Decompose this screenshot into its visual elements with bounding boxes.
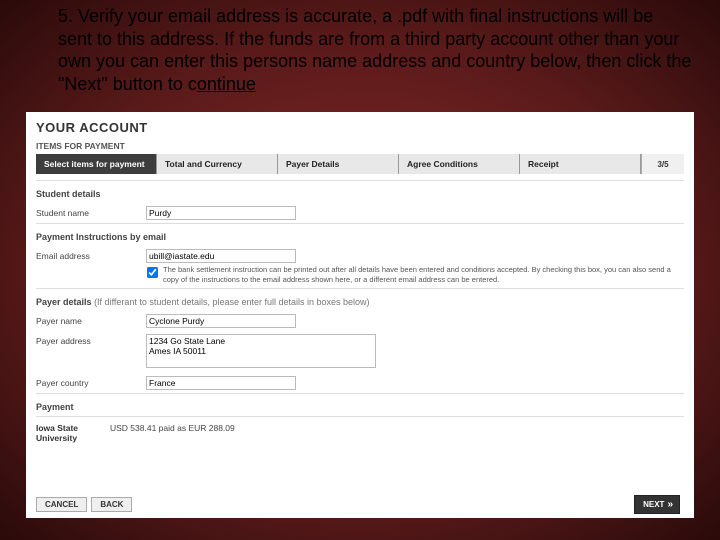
payment-university: Iowa State University [36,423,96,443]
row-email: Email address The bank settlement instru… [36,246,684,288]
row-payer-country: Payer country [36,373,684,393]
label-payer-name: Payer name [36,314,146,326]
input-payer-country[interactable] [146,376,296,390]
next-button[interactable]: NEXT » [634,495,680,514]
footer-buttons: CANCEL BACK NEXT » [36,495,684,514]
section-payer-details-hint: (If differant to student details, please… [94,297,370,307]
wizard-step-receipt[interactable]: Receipt [520,154,641,174]
input-email[interactable] [146,249,296,263]
row-email-checkbox: The bank settlement instruction can be p… [146,265,684,285]
section-payment: Payment [36,393,684,416]
account-panel: YOUR ACCOUNT ITEMS FOR PAYMENT Select it… [26,112,694,518]
wizard-step-total-currency[interactable]: Total and Currency [157,154,278,174]
input-student-name[interactable] [146,206,296,220]
cancel-button[interactable]: CANCEL [36,497,87,512]
instruction-text: 5. Verify your email address is accurate… [58,5,692,95]
label-student-name: Student name [36,206,146,218]
slide-root: 5. Verify your email address is accurate… [0,0,720,540]
checkbox-send-copy[interactable] [147,267,158,278]
section-payer-details: Payer details (If differant to student d… [36,288,684,311]
section-student-details: Student details [36,180,684,203]
section-payment-instructions: Payment Instructions by email [36,223,684,246]
textarea-payer-address[interactable]: 1234 Go State Lane Ames IA 50011 [146,334,376,368]
row-payer-address: Payer address 1234 Go State Lane Ames IA… [36,331,684,373]
wizard-steps: Select items for payment Total and Curre… [36,154,684,174]
wizard-step-agree-conditions[interactable]: Agree Conditions [399,154,520,174]
wizard-step-payer-details[interactable]: Payer Details [278,154,399,174]
payment-amount: USD 538.41 paid as EUR 288.09 [110,423,235,443]
row-payer-name: Payer name [36,311,684,331]
account-heading: YOUR ACCOUNT [36,120,684,135]
row-student-name: Student name [36,203,684,223]
chevron-right-icon: » [667,499,671,510]
next-button-label: NEXT [643,500,664,509]
label-payer-address: Payer address [36,334,146,346]
checkbox-send-copy-text: The bank settlement instruction can be p… [163,265,684,285]
section-payer-details-title: Payer details [36,297,92,307]
label-payer-country: Payer country [36,376,146,388]
input-payer-name[interactable] [146,314,296,328]
wizard-step-select-items[interactable]: Select items for payment [36,154,157,174]
items-for-payment-label: ITEMS FOR PAYMENT [36,141,684,151]
back-button[interactable]: BACK [91,497,132,512]
wizard-page-indicator: 3/5 [641,154,684,174]
label-email: Email address [36,249,146,261]
payment-block: Iowa State University USD 538.41 paid as… [36,416,684,443]
